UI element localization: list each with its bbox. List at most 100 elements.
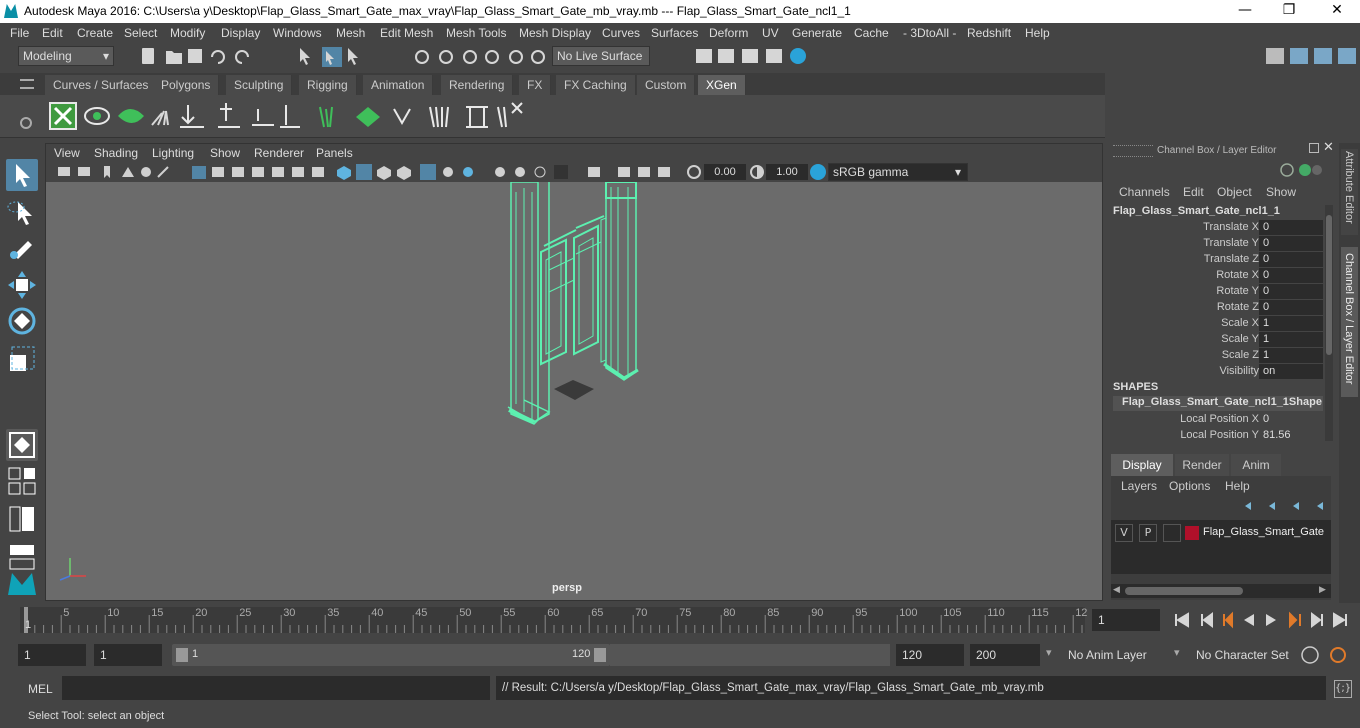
viewport-menu-panels[interactable]: Panels — [316, 146, 353, 160]
menu-3dtoall[interactable]: - 3DtoAll - — [903, 26, 956, 40]
single-perspective-layout[interactable] — [6, 429, 38, 461]
time-slider[interactable]: 1 5 10 15 20 25 30 35 40 45 50 55 60 65 70 75 80 85 90 95 1… — [0, 603, 1360, 636]
mode-dropdown[interactable]: Modeling ▾ — [18, 46, 114, 66]
current-frame-field[interactable]: 1 — [1092, 609, 1160, 631]
menu-select[interactable]: Select — [124, 26, 157, 40]
scroll-left-icon[interactable]: ◀ — [1113, 585, 1120, 595]
file-and-selection-toolbar[interactable] — [130, 45, 550, 67]
maya-home-button[interactable] — [6, 567, 38, 599]
playback-controls[interactable] — [1166, 609, 1360, 631]
menu-display[interactable]: Display — [221, 26, 260, 40]
channels-menu[interactable]: Channels — [1119, 185, 1170, 199]
range-end-handle[interactable] — [594, 648, 606, 662]
attr-translate-y[interactable]: Translate Y0 — [1107, 236, 1325, 252]
range-slider-bar[interactable]: 1 120 — [172, 644, 610, 666]
attr-scale-z[interactable]: Scale Z1 — [1107, 348, 1325, 364]
tab-rigging[interactable]: Rigging — [299, 75, 357, 95]
exposure-field[interactable]: 0.00 — [704, 164, 746, 180]
move-tool[interactable] — [6, 269, 38, 301]
chevron-down-icon[interactable]: ▾ — [1046, 646, 1052, 659]
workspace-toggles[interactable] — [1262, 45, 1358, 67]
live-surface-field[interactable]: No Live Surface — [552, 46, 650, 66]
shape-name[interactable]: Flap_Glass_Smart_Gate_ncl1_1Shape — [1113, 396, 1323, 411]
panel-grip-icon[interactable] — [1113, 145, 1153, 157]
xgen-shelf-buttons[interactable] — [46, 99, 526, 133]
layer-row[interactable]: V P Flap_Glass_Smart_Gate — [1115, 524, 1327, 542]
close-button[interactable]: ✕ — [1322, 2, 1352, 20]
tab-polygons[interactable]: Polygons — [153, 75, 220, 95]
anim-layer-field[interactable]: No Anim Layer — [1062, 644, 1162, 666]
layer-visibility-toggle[interactable]: V — [1115, 524, 1133, 542]
playback-start-field[interactable]: 1 — [94, 644, 162, 666]
playback-end-field[interactable]: 120 — [896, 644, 964, 666]
tab-rendering[interactable]: Rendering — [441, 75, 514, 95]
layer-tab-render[interactable]: Render — [1175, 454, 1229, 476]
menu-uv[interactable]: UV — [762, 26, 779, 40]
viewport-menu-renderer[interactable]: Renderer — [254, 146, 304, 160]
attr-scale-x[interactable]: Scale X1 — [1107, 316, 1325, 332]
attr-translate-z[interactable]: Translate Z0 — [1107, 252, 1325, 268]
menu-mesh-display[interactable]: Mesh Display — [519, 26, 591, 40]
attr-rotate-y[interactable]: Rotate Y0 — [1107, 284, 1325, 300]
menu-edit-mesh[interactable]: Edit Mesh — [380, 26, 433, 40]
attr-scale-y[interactable]: Scale Y1 — [1107, 332, 1325, 348]
attr-local-position-y[interactable]: Local Position Y 81.56 — [1107, 428, 1325, 444]
menu-modify[interactable]: Modify — [170, 26, 205, 40]
persp-outliner-layout[interactable] — [6, 503, 38, 535]
attr-visibility[interactable]: Visibility on — [1107, 364, 1325, 380]
attr-local-position-x[interactable]: Local Position X0 — [1107, 412, 1325, 428]
float-panel-icon[interactable] — [1309, 143, 1319, 153]
options-menu[interactable]: Options — [1169, 479, 1210, 493]
select-tool[interactable] — [6, 159, 38, 191]
menu-cache[interactable]: Cache — [854, 26, 889, 40]
help-menu[interactable]: Help — [1225, 479, 1250, 493]
tab-sculpting[interactable]: Sculpting — [226, 75, 293, 95]
menu-redshift[interactable]: Redshift — [967, 26, 1011, 40]
scrollbar-thumb[interactable] — [1326, 215, 1332, 355]
close-panel-icon[interactable]: ✕ — [1323, 140, 1334, 155]
show-menu[interactable]: Show — [1266, 185, 1296, 199]
tab-curves-surfaces[interactable]: Curves / Surfaces — [45, 75, 158, 95]
viewport-menu-lighting[interactable]: Lighting — [152, 146, 194, 160]
viewport-menu-show[interactable]: Show — [210, 146, 240, 160]
viewport-icon-strip[interactable] — [54, 163, 704, 181]
tab-custom[interactable]: Custom — [637, 75, 696, 95]
layer-tab-display[interactable]: Display — [1111, 454, 1173, 476]
layer-playback-toggle[interactable]: P — [1139, 524, 1157, 542]
object-menu[interactable]: Object — [1217, 185, 1252, 199]
menu-mesh[interactable]: Mesh — [336, 26, 365, 40]
paint-select-tool[interactable] — [6, 231, 38, 263]
menu-surfaces[interactable]: Surfaces — [651, 26, 698, 40]
animation-end-field[interactable]: 200 — [970, 644, 1040, 666]
menu-file[interactable]: File — [10, 26, 29, 40]
attr-translate-x[interactable]: Translate X0 — [1107, 220, 1325, 236]
tab-xgen[interactable]: XGen — [698, 75, 746, 95]
object-name[interactable]: Flap_Glass_Smart_Gate_ncl1_1 — [1113, 205, 1280, 217]
tab-fx-caching[interactable]: FX Caching — [556, 75, 636, 95]
time-slider-track[interactable]: 1 5 10 15 20 25 30 35 40 45 50 55 60 65 70 75 80 85 90 95 1… — [20, 607, 1087, 633]
rotate-tool[interactable] — [6, 305, 38, 337]
layer-tab-anim[interactable]: Anim — [1231, 454, 1281, 476]
script-editor-icon[interactable]: {;} — [1334, 680, 1352, 698]
layer-color-swatch[interactable] — [1185, 526, 1199, 540]
four-view-layout[interactable] — [6, 465, 38, 497]
script-language-toggle[interactable]: MEL — [28, 682, 53, 696]
layer-hscrollbar[interactable]: ◀ ▶ — [1111, 584, 1331, 598]
menu-edit[interactable]: Edit — [42, 26, 63, 40]
menu-generate[interactable]: Generate — [792, 26, 842, 40]
chevron-down-icon[interactable]: ▾ — [1174, 646, 1180, 659]
menu-mesh-tools[interactable]: Mesh Tools — [446, 26, 506, 40]
menu-deform[interactable]: Deform — [709, 26, 748, 40]
channel-box-side-tab[interactable]: Channel Box / Layer Editor — [1341, 247, 1358, 397]
edit-menu[interactable]: Edit — [1183, 185, 1204, 199]
layer-buttons[interactable] — [1241, 498, 1329, 514]
channel-box-scrollbar[interactable] — [1325, 205, 1333, 441]
perspective-viewport[interactable]: View Shading Lighting Show Renderer Pane… — [45, 143, 1103, 601]
character-set-field[interactable]: No Character Set — [1190, 644, 1294, 666]
range-start-handle[interactable] — [176, 648, 188, 662]
attribute-editor-side-tab[interactable]: Attribute Editor — [1341, 149, 1358, 235]
tab-fx[interactable]: FX — [519, 75, 552, 95]
channel-box-toggles[interactable] — [1279, 161, 1323, 179]
gamma-field[interactable]: 1.00 — [766, 164, 808, 180]
scroll-right-icon[interactable]: ▶ — [1319, 585, 1326, 595]
